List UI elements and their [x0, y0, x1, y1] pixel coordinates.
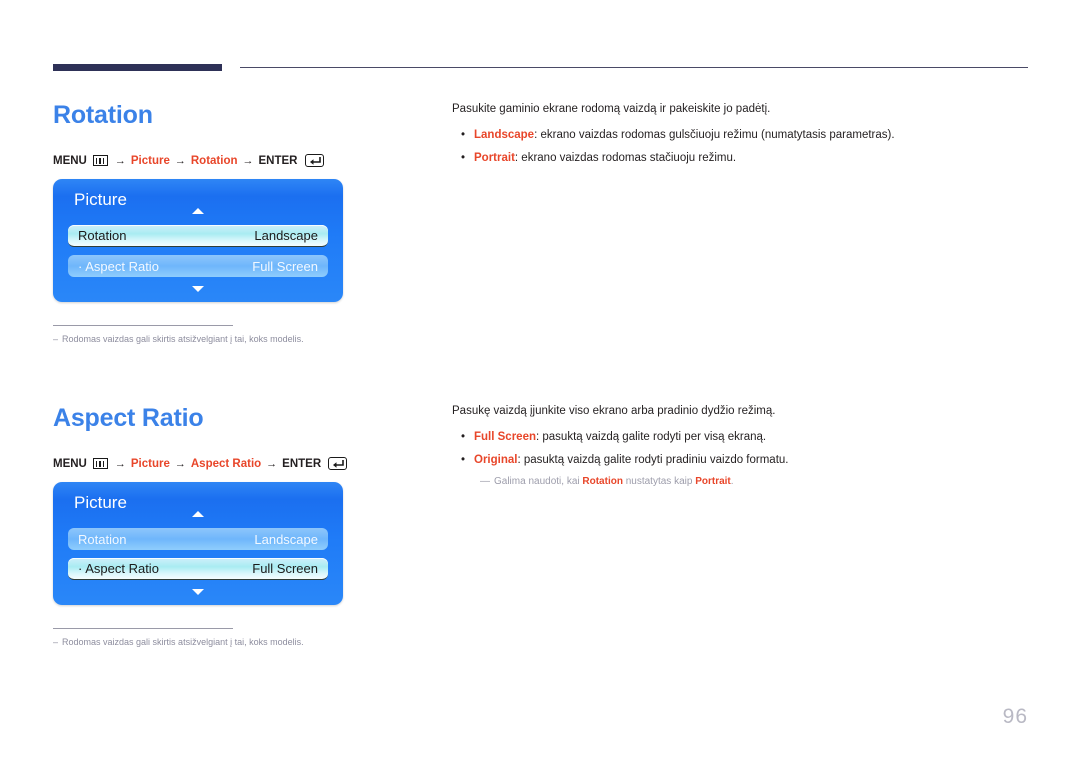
enter-label: ENTER [258, 154, 298, 167]
menu-label: MENU [53, 457, 87, 470]
path-arrow: → [114, 154, 126, 167]
term-full-screen: Full Screen [474, 431, 536, 444]
chevron-down-icon[interactable] [192, 589, 204, 595]
chevron-up-icon[interactable] [192, 208, 204, 214]
osd-row-value: Full Screen [252, 561, 318, 576]
header-rule [240, 67, 1028, 68]
term-original: Original [474, 453, 518, 466]
breadcrumb-aspect-ratio: Aspect Ratio [190, 457, 262, 470]
osd-title: Picture [74, 493, 127, 512]
term-portrait: Portrait [695, 475, 731, 487]
body-column-aspect-ratio: Pasukę vaizdą įjunkite viso ekrano arba … [452, 403, 1012, 489]
osd-row-rotation[interactable]: Rotation Landscape [68, 225, 328, 247]
breadcrumb-picture: Picture [130, 457, 170, 470]
list-item: • Original: pasuktą vaizdą galite rodyti… [452, 452, 1012, 469]
subnote-text: Galima naudoti, kai Rotation nustatytas … [494, 474, 734, 489]
path-arrow: → [242, 154, 254, 167]
list-item-desc: : pasuktą vaizdą galite rodyti pradiniu … [517, 453, 789, 466]
list-item-text: Original: pasuktą vaizdą galite rodyti p… [474, 452, 1012, 469]
page-title-rotation: Rotation [53, 101, 153, 129]
list-item-desc: : ekrano vaizdas rodomas gulsčiuoju reži… [534, 129, 895, 142]
body-lead: Pasukę vaizdą įjunkite viso ekrano arba … [452, 405, 776, 417]
page-number: 96 [1002, 705, 1028, 728]
bullet-dot: • [460, 151, 466, 164]
body-lead: Pasukite gaminio ekrane rodomą vaizdą ir… [452, 103, 771, 115]
subnote-mid: nustatytas kaip [622, 475, 696, 487]
path-arrow: → [114, 457, 126, 470]
path-arrow: → [174, 154, 186, 167]
menu-grid-icon [92, 458, 108, 469]
osd-row-value: Landscape [254, 228, 318, 243]
list-item: • Landscape: ekrano vaizdas rodomas guls… [452, 127, 1012, 144]
note-dash: – [53, 637, 59, 647]
list-item: • Portrait: ekrano vaizdas rodomas stači… [452, 150, 1012, 167]
header-accent-bar [53, 64, 222, 71]
note-block-aspect-ratio: – Rodomas vaizdas gali skirtis atsižvelg… [53, 628, 304, 647]
subnote-pre: Galima naudoti, kai [494, 475, 583, 487]
term-landscape: Landscape [474, 129, 535, 142]
list-item-desc: : pasuktą vaizdą galite rodyti per visą … [536, 431, 767, 444]
enter-label: ENTER [282, 457, 322, 470]
osd-row-label: · Aspect Ratio [78, 258, 159, 274]
chevron-up-icon[interactable] [192, 511, 204, 517]
osd-row-value: Full Screen [252, 258, 318, 274]
path-arrow: → [174, 457, 186, 470]
osd-row-label: · Aspect Ratio [78, 561, 159, 576]
osd-title: Picture [74, 190, 127, 209]
note-divider [53, 325, 233, 326]
note-line: – Rodomas vaizdas gali skirtis atsižvelg… [53, 637, 304, 647]
list-item-text: Portrait: ekrano vaizdas rodomas stačiuo… [474, 150, 1012, 167]
osd-row-aspect-ratio[interactable]: · Aspect Ratio Full Screen [68, 558, 328, 580]
breadcrumb-rotation: Rotation [190, 154, 238, 167]
osd-row-label: Rotation [78, 531, 127, 547]
menu-path-aspect-ratio: MENU → Picture → Aspect Ratio → ENTER [53, 457, 348, 470]
bullet-dot: • [460, 129, 466, 142]
manual-page: Rotation MENU → Picture → Rotation → ENT… [0, 0, 1080, 763]
chevron-down-icon[interactable] [192, 286, 204, 292]
term-rotation: Rotation [582, 475, 623, 487]
note-block-rotation: – Rodomas vaizdas gali skirtis atsižvelg… [53, 325, 304, 344]
note-text: Rodomas vaizdas gali skirtis atsižvelgia… [62, 637, 304, 647]
osd-row-value: Landscape [254, 531, 318, 547]
osd-panel-rotation: Picture Rotation Landscape · Aspect Rati… [53, 179, 343, 302]
list-item: • Full Screen: pasuktą vaizdą galite rod… [452, 429, 1012, 446]
osd-row-rotation[interactable]: Rotation Landscape [68, 528, 328, 550]
menu-label: MENU [53, 154, 87, 167]
bullet-dot: • [460, 453, 466, 466]
menu-path-rotation: MENU → Picture → Rotation → ENTER [53, 154, 324, 167]
subnote-rotation-portrait: — Galima naudoti, kai Rotation nustatyta… [480, 474, 1012, 489]
subnote-dash: — [480, 475, 490, 487]
note-text: Rodomas vaizdas gali skirtis atsižvelgia… [62, 334, 304, 344]
menu-grid-icon [92, 155, 108, 166]
note-line: – Rodomas vaizdas gali skirtis atsižvelg… [53, 334, 304, 344]
body-column-rotation: Pasukite gaminio ekrane rodomą vaizdą ir… [452, 101, 1012, 172]
subnote-post: . [730, 475, 734, 487]
bullet-dot: • [460, 431, 466, 444]
list-item-text: Full Screen: pasuktą vaizdą galite rodyt… [474, 429, 1012, 446]
osd-panel-aspect-ratio: Picture Rotation Landscape · Aspect Rati… [53, 482, 343, 605]
list-item-desc: : ekrano vaizdas rodomas stačiuoju režim… [514, 151, 737, 164]
osd-row-label: Rotation [78, 228, 127, 243]
breadcrumb-picture: Picture [130, 154, 170, 167]
osd-row-aspect-ratio[interactable]: · Aspect Ratio Full Screen [68, 255, 328, 277]
note-dash: – [53, 334, 59, 344]
note-divider [53, 628, 233, 629]
path-arrow: → [266, 457, 278, 470]
page-title-aspect-ratio: Aspect Ratio [53, 404, 204, 432]
enter-return-icon [304, 154, 324, 167]
enter-return-icon [328, 457, 348, 470]
term-portrait: Portrait [474, 151, 515, 164]
list-item-text: Landscape: ekrano vaizdas rodomas gulsči… [474, 127, 1012, 144]
